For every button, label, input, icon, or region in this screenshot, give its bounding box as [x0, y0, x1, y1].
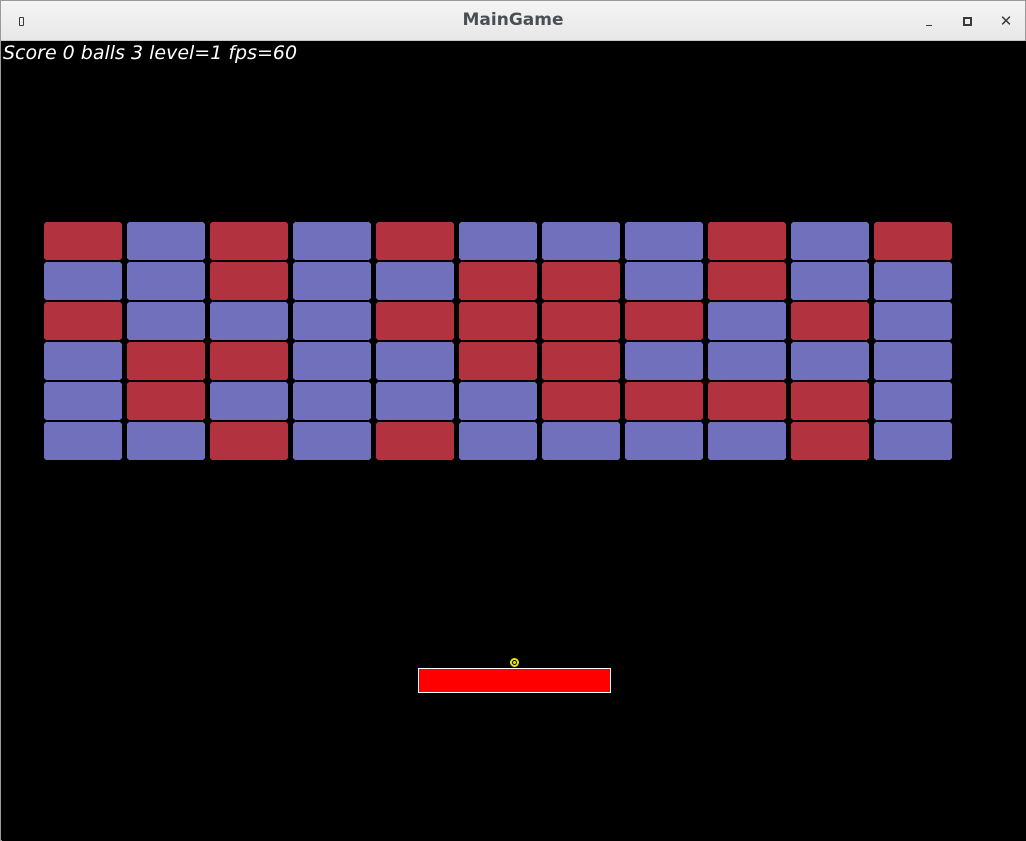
brick-blue — [873, 421, 953, 461]
brick-blue — [292, 341, 372, 381]
brick-blue — [790, 261, 870, 301]
brick-red — [458, 301, 538, 341]
maximize-button[interactable] — [957, 11, 977, 31]
brick-red — [624, 381, 704, 421]
brick-blue — [873, 381, 953, 421]
brick-blue — [292, 381, 372, 421]
brick-blue — [292, 261, 372, 301]
brick-blue — [126, 421, 206, 461]
brick-red — [707, 261, 787, 301]
minimize-button[interactable] — [919, 11, 939, 31]
brick-red — [126, 341, 206, 381]
brick-red — [790, 301, 870, 341]
brick-blue — [624, 261, 704, 301]
brick-red — [707, 381, 787, 421]
brick-red — [541, 341, 621, 381]
brick-blue — [375, 341, 455, 381]
brick-red — [126, 381, 206, 421]
paddle[interactable] — [418, 668, 611, 693]
brick-red — [375, 221, 455, 261]
brick-blue — [43, 341, 123, 381]
brick-blue — [209, 301, 289, 341]
brick-blue — [790, 221, 870, 261]
title-bar[interactable]: MainGame ✕ — [1, 1, 1025, 41]
brick-blue — [624, 221, 704, 261]
brick-blue — [707, 421, 787, 461]
brick-blue — [458, 221, 538, 261]
brick-blue — [624, 421, 704, 461]
brick-red — [43, 221, 123, 261]
brick-red — [458, 261, 538, 301]
brick-blue — [126, 221, 206, 261]
brick-red — [790, 421, 870, 461]
brick-blue — [126, 261, 206, 301]
brick-blue — [458, 421, 538, 461]
game-canvas[interactable]: Score 0 balls 3 level=1 fps=60 — [2, 41, 1026, 841]
brick-blue — [873, 341, 953, 381]
brick-red — [209, 421, 289, 461]
brick-red — [458, 341, 538, 381]
close-icon: ✕ — [999, 12, 1013, 30]
brick-blue — [541, 221, 621, 261]
brick-red — [209, 261, 289, 301]
brick-red — [375, 301, 455, 341]
close-button[interactable]: ✕ — [996, 11, 1016, 31]
brick-blue — [873, 301, 953, 341]
brick-red — [541, 381, 621, 421]
brick-red — [541, 261, 621, 301]
brick-blue — [292, 221, 372, 261]
brick-blue — [624, 341, 704, 381]
hud-status: Score 0 balls 3 level=1 fps=60 — [3, 42, 298, 64]
brick-blue — [707, 301, 787, 341]
brick-red — [790, 381, 870, 421]
brick-blue — [375, 261, 455, 301]
brick-blue — [541, 421, 621, 461]
brick-red — [209, 341, 289, 381]
brick-red — [43, 301, 123, 341]
brick-red — [624, 301, 704, 341]
brick-blue — [43, 421, 123, 461]
brick-red — [707, 221, 787, 261]
brick-blue — [873, 261, 953, 301]
brick-blue — [292, 301, 372, 341]
brick-blue — [126, 301, 206, 341]
brick-red — [541, 301, 621, 341]
brick-blue — [458, 381, 538, 421]
game-window: MainGame ✕ Score 0 balls 3 level=1 fps=6… — [0, 0, 1026, 841]
brick-blue — [375, 381, 455, 421]
maximize-icon — [962, 16, 972, 26]
brick-blue — [209, 381, 289, 421]
brick-red — [209, 221, 289, 261]
brick-blue — [43, 381, 123, 421]
brick-blue — [707, 341, 787, 381]
brick-red — [873, 221, 953, 261]
window-title: MainGame — [462, 10, 564, 30]
brick-blue — [790, 341, 870, 381]
minimize-icon — [926, 24, 932, 26]
brick-blue — [43, 261, 123, 301]
brick-blue — [292, 421, 372, 461]
brick-red — [375, 421, 455, 461]
ball — [510, 658, 519, 667]
